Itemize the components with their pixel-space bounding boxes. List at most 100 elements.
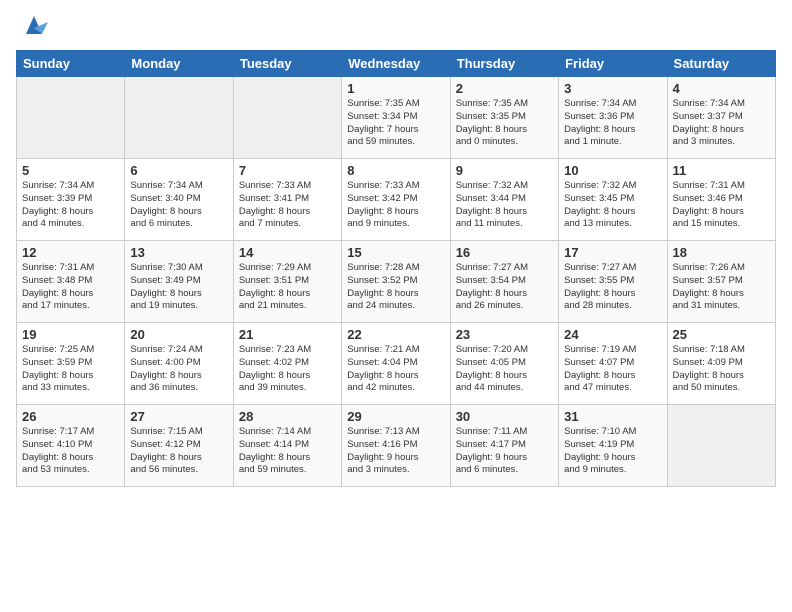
weekday-header: Saturday [667, 51, 775, 77]
day-info: Sunrise: 7:26 AM Sunset: 3:57 PM Dayligh… [673, 262, 770, 313]
calendar-week-row: 5Sunrise: 7:34 AM Sunset: 3:39 PM Daylig… [17, 159, 776, 241]
day-info: Sunrise: 7:34 AM Sunset: 3:36 PM Dayligh… [564, 98, 661, 149]
day-number: 19 [22, 327, 119, 342]
day-number: 27 [130, 409, 227, 424]
day-info: Sunrise: 7:11 AM Sunset: 4:17 PM Dayligh… [456, 426, 553, 477]
calendar-cell: 2 Sunrise: 7:35 AM Sunset: 3:35 PM Daylig… [450, 77, 558, 159]
calendar-cell: 11 Sunrise: 7:31 AM Sunset: 3:46 PM Dayli… [667, 159, 775, 241]
day-info: Sunrise: 7:29 AM Sunset: 3:51 PM Dayligh… [239, 262, 336, 313]
day-info: Sunrise: 7:14 AM Sunset: 4:14 PM Dayligh… [239, 426, 336, 477]
calendar-week-row: 26Sunrise: 7:17 AM Sunset: 4:10 PM Dayli… [17, 405, 776, 487]
calendar-cell: 16 Sunrise: 7:27 AM Sunset: 3:54 PM Dayli… [450, 241, 558, 323]
day-info: Sunrise: 7:13 AM Sunset: 4:16 PM Dayligh… [347, 426, 444, 477]
calendar-cell: 31 Sunrise: 7:10 AM Sunset: 4:19 PM Dayli… [559, 405, 667, 487]
calendar-cell: 8Sunrise: 7:33 AM Sunset: 3:42 PM Daylig… [342, 159, 450, 241]
day-number: 12 [22, 245, 119, 260]
day-number: 28 [239, 409, 336, 424]
day-info: Sunrise: 7:15 AM Sunset: 4:12 PM Dayligh… [130, 426, 227, 477]
weekday-header: Monday [125, 51, 233, 77]
calendar-cell: 23Sunrise: 7:20 AM Sunset: 4:05 PM Dayli… [450, 323, 558, 405]
day-number: 16 [456, 245, 553, 260]
weekday-header: Tuesday [233, 51, 341, 77]
day-number: 11 [673, 163, 770, 178]
calendar-cell: 17 Sunrise: 7:27 AM Sunset: 3:55 PM Dayli… [559, 241, 667, 323]
calendar-cell: 26Sunrise: 7:17 AM Sunset: 4:10 PM Dayli… [17, 405, 125, 487]
day-info: Sunrise: 7:31 AM Sunset: 3:46 PM Dayligh… [673, 180, 770, 231]
day-info: Sunrise: 7:27 AM Sunset: 3:55 PM Dayligh… [564, 262, 661, 313]
day-info: Sunrise: 7:18 AM Sunset: 4:09 PM Dayligh… [673, 344, 770, 395]
day-info: Sunrise: 7:19 AM Sunset: 4:07 PM Dayligh… [564, 344, 661, 395]
day-number: 20 [130, 327, 227, 342]
day-info: Sunrise: 7:23 AM Sunset: 4:02 PM Dayligh… [239, 344, 336, 395]
day-info: Sunrise: 7:30 AM Sunset: 3:49 PM Dayligh… [130, 262, 227, 313]
weekday-header: Sunday [17, 51, 125, 77]
day-number: 7 [239, 163, 336, 178]
day-number: 21 [239, 327, 336, 342]
header [16, 12, 776, 40]
day-number: 15 [347, 245, 444, 260]
day-info: Sunrise: 7:25 AM Sunset: 3:59 PM Dayligh… [22, 344, 119, 395]
weekday-header: Wednesday [342, 51, 450, 77]
day-info: Sunrise: 7:32 AM Sunset: 3:44 PM Dayligh… [456, 180, 553, 231]
day-info: Sunrise: 7:31 AM Sunset: 3:48 PM Dayligh… [22, 262, 119, 313]
day-number: 13 [130, 245, 227, 260]
day-number: 30 [456, 409, 553, 424]
day-info: Sunrise: 7:34 AM Sunset: 3:37 PM Dayligh… [673, 98, 770, 149]
calendar-cell: 12 Sunrise: 7:31 AM Sunset: 3:48 PM Dayli… [17, 241, 125, 323]
weekday-header: Thursday [450, 51, 558, 77]
calendar-week-row: 12 Sunrise: 7:31 AM Sunset: 3:48 PM Dayli… [17, 241, 776, 323]
day-number: 10 [564, 163, 661, 178]
calendar-week-row: 19 Sunrise: 7:25 AM Sunset: 3:59 PM Dayli… [17, 323, 776, 405]
day-info: Sunrise: 7:10 AM Sunset: 4:19 PM Dayligh… [564, 426, 661, 477]
day-number: 4 [673, 81, 770, 96]
day-number: 29 [347, 409, 444, 424]
calendar-cell: 6 Sunrise: 7:34 AM Sunset: 3:40 PM Daylig… [125, 159, 233, 241]
day-info: Sunrise: 7:28 AM Sunset: 3:52 PM Dayligh… [347, 262, 444, 313]
day-number: 17 [564, 245, 661, 260]
calendar-cell: 1Sunrise: 7:35 AM Sunset: 3:34 PM Daylig… [342, 77, 450, 159]
weekday-header: Friday [559, 51, 667, 77]
day-info: Sunrise: 7:21 AM Sunset: 4:04 PM Dayligh… [347, 344, 444, 395]
logo [16, 12, 48, 40]
calendar-cell: 24Sunrise: 7:19 AM Sunset: 4:07 PM Dayli… [559, 323, 667, 405]
calendar-week-row: 1Sunrise: 7:35 AM Sunset: 3:34 PM Daylig… [17, 77, 776, 159]
calendar-cell [125, 77, 233, 159]
day-number: 6 [130, 163, 227, 178]
calendar-body: 1Sunrise: 7:35 AM Sunset: 3:34 PM Daylig… [17, 77, 776, 487]
calendar-cell: 21 Sunrise: 7:23 AM Sunset: 4:02 PM Dayli… [233, 323, 341, 405]
day-info: Sunrise: 7:32 AM Sunset: 3:45 PM Dayligh… [564, 180, 661, 231]
calendar-cell: 10 Sunrise: 7:32 AM Sunset: 3:45 PM Dayli… [559, 159, 667, 241]
day-number: 25 [673, 327, 770, 342]
day-number: 22 [347, 327, 444, 342]
day-info: Sunrise: 7:20 AM Sunset: 4:05 PM Dayligh… [456, 344, 553, 395]
calendar-cell [233, 77, 341, 159]
calendar-cell: 13 Sunrise: 7:30 AM Sunset: 3:49 PM Dayli… [125, 241, 233, 323]
day-info: Sunrise: 7:35 AM Sunset: 3:35 PM Dayligh… [456, 98, 553, 149]
calendar-cell: 9 Sunrise: 7:32 AM Sunset: 3:44 PM Daylig… [450, 159, 558, 241]
day-info: Sunrise: 7:35 AM Sunset: 3:34 PM Dayligh… [347, 98, 444, 149]
calendar-table: SundayMondayTuesdayWednesdayThursdayFrid… [16, 50, 776, 487]
calendar-cell: 25 Sunrise: 7:18 AM Sunset: 4:09 PM Dayli… [667, 323, 775, 405]
day-number: 2 [456, 81, 553, 96]
calendar-cell: 29 Sunrise: 7:13 AM Sunset: 4:16 PM Dayli… [342, 405, 450, 487]
main-container: SundayMondayTuesdayWednesdayThursdayFrid… [0, 0, 792, 495]
day-info: Sunrise: 7:27 AM Sunset: 3:54 PM Dayligh… [456, 262, 553, 313]
calendar-cell: 3Sunrise: 7:34 AM Sunset: 3:36 PM Daylig… [559, 77, 667, 159]
calendar-header-row: SundayMondayTuesdayWednesdayThursdayFrid… [17, 51, 776, 77]
day-info: Sunrise: 7:34 AM Sunset: 3:39 PM Dayligh… [22, 180, 119, 231]
calendar-cell: 27 Sunrise: 7:15 AM Sunset: 4:12 PM Dayli… [125, 405, 233, 487]
calendar-cell: 18Sunrise: 7:26 AM Sunset: 3:57 PM Dayli… [667, 241, 775, 323]
calendar-cell [667, 405, 775, 487]
day-info: Sunrise: 7:34 AM Sunset: 3:40 PM Dayligh… [130, 180, 227, 231]
calendar-cell: 30 Sunrise: 7:11 AM Sunset: 4:17 PM Dayli… [450, 405, 558, 487]
logo-icon [20, 12, 48, 40]
calendar-cell: 7Sunrise: 7:33 AM Sunset: 3:41 PM Daylig… [233, 159, 341, 241]
day-number: 9 [456, 163, 553, 178]
calendar-cell: 20Sunrise: 7:24 AM Sunset: 4:00 PM Dayli… [125, 323, 233, 405]
day-number: 14 [239, 245, 336, 260]
day-number: 31 [564, 409, 661, 424]
calendar-cell [17, 77, 125, 159]
day-number: 26 [22, 409, 119, 424]
day-info: Sunrise: 7:33 AM Sunset: 3:42 PM Dayligh… [347, 180, 444, 231]
calendar-cell: 5Sunrise: 7:34 AM Sunset: 3:39 PM Daylig… [17, 159, 125, 241]
